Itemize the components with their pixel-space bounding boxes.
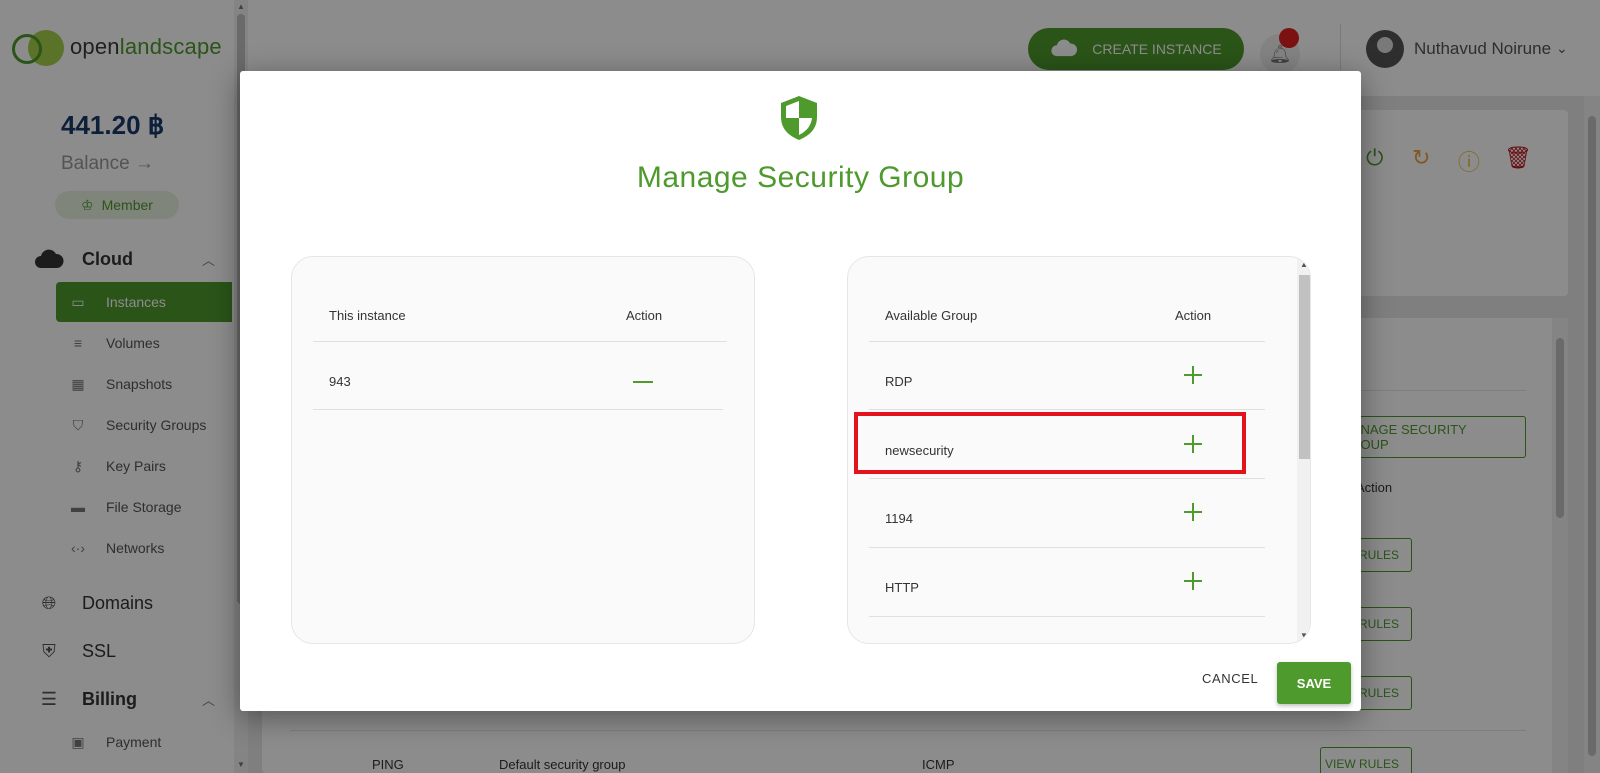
row-divider (313, 341, 727, 342)
manage-security-group-dialog: Manage Security Group This instance Acti… (240, 71, 1361, 711)
dialog-title: Manage Security Group (636, 161, 965, 194)
available-group-panel: Available Group Action RDP newsecurity 1… (847, 256, 1311, 644)
available-group-name: RDP (885, 374, 913, 389)
remove-group-button[interactable] (633, 381, 653, 383)
scroll-down-arrow-icon[interactable]: ▼ (1300, 631, 1308, 640)
action-header: Action (1175, 308, 1212, 323)
available-group-name: 1194 (885, 511, 913, 526)
available-group-scrollbar[interactable]: ▲ ▼ (1297, 257, 1310, 643)
row-divider (869, 409, 1265, 410)
shield-icon (781, 96, 817, 140)
row-divider (869, 478, 1265, 479)
cancel-button[interactable]: CANCEL (1202, 666, 1258, 690)
instance-group-name: 943 (329, 374, 351, 389)
action-header: Action (626, 308, 663, 323)
this-instance-panel: This instance Action 943 (291, 256, 755, 644)
add-group-button[interactable] (1183, 502, 1203, 522)
row-divider (869, 616, 1265, 617)
add-group-button[interactable] (1183, 365, 1203, 385)
save-button[interactable]: SAVE (1277, 662, 1351, 704)
row-divider (869, 341, 1265, 342)
this-instance-header: This instance (329, 308, 406, 323)
row-divider (869, 547, 1265, 548)
row-divider (313, 409, 723, 410)
available-group-header: Available Group (885, 308, 978, 323)
available-group-scroll-thumb[interactable] (1299, 275, 1310, 459)
selection-highlight (854, 412, 1246, 474)
scroll-up-arrow-icon[interactable]: ▲ (1300, 260, 1308, 269)
available-group-name: HTTP (885, 580, 919, 595)
add-group-button[interactable] (1183, 571, 1203, 591)
